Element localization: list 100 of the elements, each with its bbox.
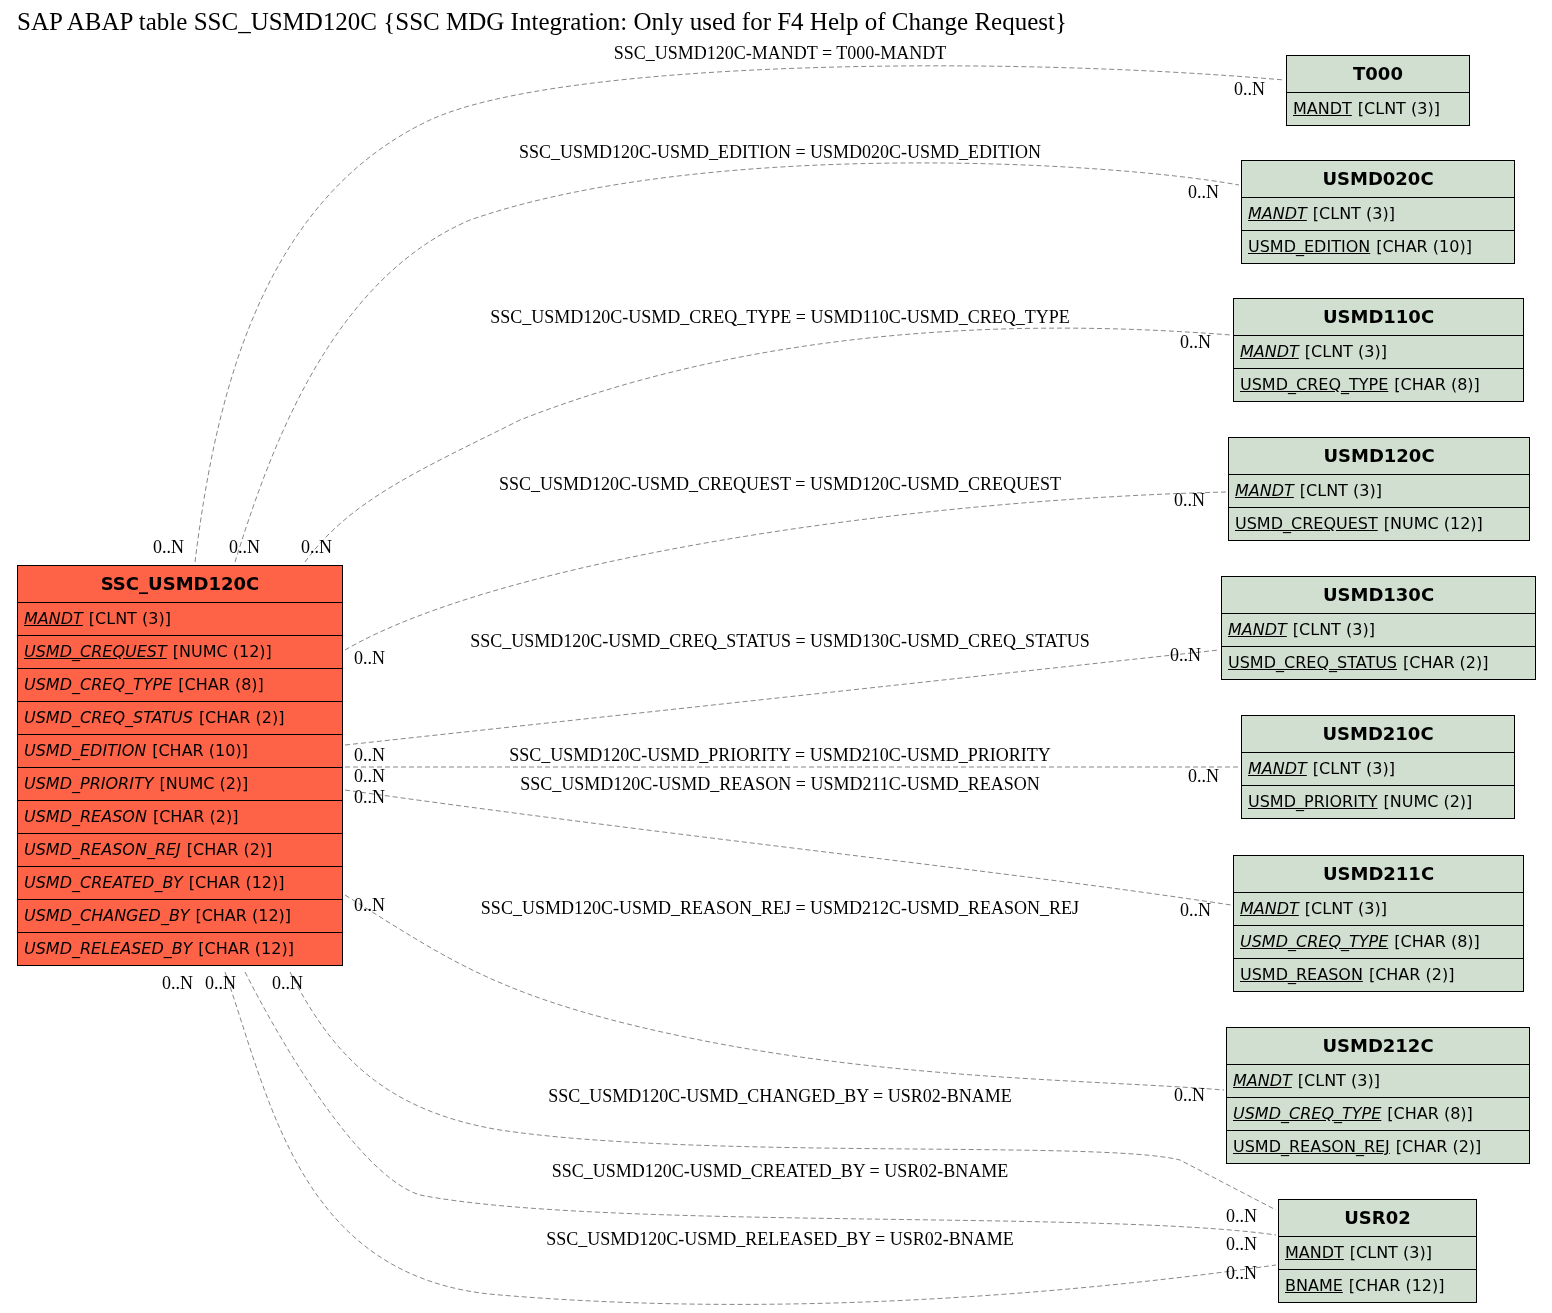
field-name: USMD_CREQ_STATUS xyxy=(1228,653,1397,672)
field-type: [CHAR (12)] xyxy=(1348,1276,1445,1295)
field-type: [CLNT (3)] xyxy=(1297,1071,1380,1090)
field-type: [NUMC (2)] xyxy=(159,774,249,793)
field-name: USMD_CREQ_TYPE xyxy=(24,675,173,694)
cardinality-label: 0..N xyxy=(354,765,385,787)
table-name: USMD110C xyxy=(1234,299,1523,336)
field-type: [CHAR (2)] xyxy=(152,807,239,826)
cardinality-label: 0..N xyxy=(272,972,303,994)
table-name: USMD210C xyxy=(1242,716,1514,753)
relation-label: SSC_USMD120C-USMD_CREATED_BY = USR02-BNAME xyxy=(550,1160,1010,1182)
field-name: USMD_REASON_REJ xyxy=(24,840,181,859)
field-name: MANDT xyxy=(1240,899,1299,918)
cardinality-label: 0..N xyxy=(1226,1233,1257,1255)
field-name: MANDT xyxy=(1235,481,1294,500)
field-name: USMD_CHANGED_BY xyxy=(24,906,190,925)
field-type: [CHAR (12)] xyxy=(195,906,292,925)
cardinality-label: 0..N xyxy=(354,647,385,669)
cardinality-label: 0..N xyxy=(1180,899,1211,921)
cardinality-label: 0..N xyxy=(205,972,236,994)
field-type: [NUMC (2)] xyxy=(1383,792,1473,811)
field-type: [CHAR (8)] xyxy=(1387,1104,1473,1123)
table-name: USMD211C xyxy=(1234,856,1523,893)
field-type: [CHAR (12)] xyxy=(198,939,294,958)
cardinality-label: 0..N xyxy=(162,972,193,994)
relation-label: SSC_USMD120C-USMD_RELEASED_BY = USR02-BNAME xyxy=(545,1228,1015,1250)
cardinality-label: 0..N xyxy=(301,536,332,558)
cardinality-label: 0..N xyxy=(354,744,385,766)
cardinality-label: 0..N xyxy=(1170,644,1201,666)
relation-label: SSC_USMD120C-USMD_EDITION = USMD020C-USMD_EDITION xyxy=(517,141,1043,163)
field-name: USMD_REASON xyxy=(1240,965,1363,984)
field-name: USMD_CREQ_TYPE xyxy=(1233,1104,1382,1123)
field-name: USMD_CREQ_STATUS xyxy=(24,708,193,727)
field-name: USMD_EDITION xyxy=(24,741,147,760)
field-type: [NUMC (12)] xyxy=(172,642,272,661)
relation-label: SSC_USMD120C-USMD_CREQUEST = USMD120C-USMD_CREQUEST xyxy=(498,473,1062,495)
cardinality-label: 0..N xyxy=(354,786,385,808)
field-type: [CLNT (3)] xyxy=(1292,620,1375,639)
cardinality-label: 0..N xyxy=(153,536,184,558)
field-type: [CHAR (12)] xyxy=(188,873,285,892)
relation-label: SSC_USMD120C-USMD_CREQ_TYPE = USMD110C-USMD_CREQ_TYPE xyxy=(489,306,1071,328)
table-name: USMD020C xyxy=(1242,161,1514,198)
cardinality-label: 0..N xyxy=(1226,1205,1257,1227)
field-type: [CHAR (10)] xyxy=(1376,237,1472,256)
field-type: [CHAR (8)] xyxy=(1394,375,1480,394)
table-name: USMD120C xyxy=(1229,438,1529,475)
cardinality-label: 0..N xyxy=(1226,1262,1257,1284)
field-type: [CLNT (3)] xyxy=(1304,899,1387,918)
field-name: USMD_REASON xyxy=(24,807,147,826)
field-name: USMD_CREQUEST xyxy=(24,642,167,661)
field-name: BNAME xyxy=(1285,1276,1343,1295)
field-type: [CLNT (3)] xyxy=(1349,1243,1432,1262)
field-type: [CHAR (2)] xyxy=(1403,653,1489,672)
field-type: [CLNT (3)] xyxy=(1357,99,1440,118)
field-name: MANDT xyxy=(24,609,83,628)
field-name: MANDT xyxy=(1248,204,1307,223)
field-type: [CHAR (8)] xyxy=(1394,932,1480,951)
cardinality-label: 0..N xyxy=(229,536,260,558)
field-type: [CLNT (3)] xyxy=(1312,759,1395,778)
cardinality-label: 0..N xyxy=(1180,331,1211,353)
field-name: USMD_PRIORITY xyxy=(24,774,154,793)
field-name: USMD_EDITION xyxy=(1248,237,1371,256)
relation-label: SSC_USMD120C-MANDT = T000-MANDT xyxy=(612,42,948,64)
field-type: [CHAR (2)] xyxy=(1368,965,1455,984)
table-name: USMD130C xyxy=(1222,577,1535,614)
field-type: [CHAR (2)] xyxy=(1395,1137,1482,1156)
field-name: USMD_REASON_REJ xyxy=(1233,1137,1390,1156)
cardinality-label: 0..N xyxy=(354,894,385,916)
field-name: USMD_CREQ_TYPE xyxy=(1240,932,1389,951)
field-name: USMD_CREQUEST xyxy=(1235,514,1378,533)
field-name: USMD_RELEASED_BY xyxy=(24,939,193,958)
field-name: MANDT xyxy=(1285,1243,1344,1262)
field-type: [CLNT (3)] xyxy=(1304,342,1387,361)
cardinality-label: 0..N xyxy=(1188,181,1219,203)
field-name: MANDT xyxy=(1240,342,1299,361)
cardinality-label: 0..N xyxy=(1188,765,1219,787)
field-name: MANDT xyxy=(1233,1071,1292,1090)
field-type: [CLNT (3)] xyxy=(1299,481,1382,500)
cardinality-label: 0..N xyxy=(1174,489,1205,511)
field-type: [NUMC (12)] xyxy=(1383,514,1483,533)
field-name: USMD_CREQ_TYPE xyxy=(1240,375,1389,394)
field-name: MANDT xyxy=(1293,99,1352,118)
field-name: USMD_CREATED_BY xyxy=(24,873,183,892)
table-name: USMD212C xyxy=(1227,1028,1529,1065)
cardinality-label: 0..N xyxy=(1174,1084,1205,1106)
field-name: MANDT xyxy=(1248,759,1307,778)
field-type: [CHAR (2)] xyxy=(198,708,285,727)
field-type: [CHAR (8)] xyxy=(178,675,264,694)
table-name: SSC_USMD120C xyxy=(18,566,342,603)
field-type: [CHAR (10)] xyxy=(152,741,248,760)
relation-label: SSC_USMD120C-USMD_CREQ_STATUS = USMD130C-USMD_CREQ_STATUS xyxy=(469,630,1091,652)
table-name: USR02 xyxy=(1279,1200,1476,1237)
field-name: MANDT xyxy=(1228,620,1287,639)
field-type: [CLNT (3)] xyxy=(1312,204,1395,223)
relation-label: SSC_USMD120C-USMD_REASON = USMD211C-USMD_REASON xyxy=(519,773,1041,795)
cardinality-label: 0..N xyxy=(1234,78,1265,100)
field-type: [CHAR (2)] xyxy=(186,840,273,859)
field-type: [CLNT (3)] xyxy=(88,609,171,628)
table-name: T000 xyxy=(1287,56,1469,93)
diagram-title: SAP ABAP table SSC_USMD120C {SSC MDG Integration: Only used for F4 Help of Change Request} xyxy=(17,8,1067,36)
